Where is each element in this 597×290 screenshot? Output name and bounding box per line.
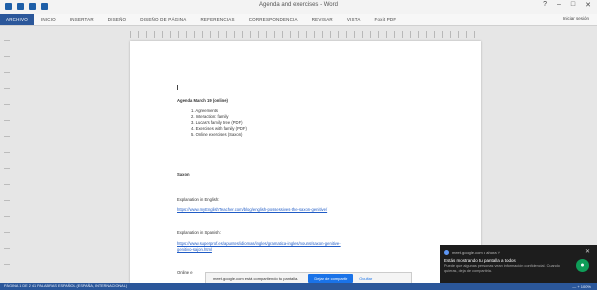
screen-share-message: meet.google.com está compartiendo tu pan…	[213, 275, 299, 281]
notification-source: meet.google.com • ahora ˅	[452, 250, 500, 255]
explanation-spanish-label: Explanation in Spanish:	[177, 230, 221, 235]
notification-title: Estás mostrando tu pantalla a todos	[444, 258, 516, 263]
spanish-explanation-link[interactable]: https://www.superprof.es/apuntes/idiomas…	[177, 241, 341, 246]
status-bar: PÁGINA 1 DE 2 41 PALABRAS ESPAÑOL (ESPAÑ…	[0, 283, 597, 290]
notification-toast[interactable]: meet.google.com • ahora ˅ ✕ Estás mostra…	[440, 245, 597, 283]
title-bar: Agenda and exercises - Word ? – □ ✕	[0, 0, 597, 14]
status-info: PÁGINA 1 DE 2 41 PALABRAS ESPAÑOL (ESPAÑ…	[4, 284, 128, 288]
list-item: 5. Online exercises (Saxon)	[191, 132, 243, 137]
chrome-icon	[444, 250, 449, 255]
stop-sharing-button[interactable]: Dejar de compartir	[308, 273, 354, 283]
tab-referencias[interactable]: REFERENCIAS	[193, 17, 241, 22]
tab-correspondencia[interactable]: CORRESPONDENCIA	[242, 17, 305, 22]
window-controls: ? – □ ✕	[543, 1, 591, 9]
horizontal-ruler[interactable]	[130, 31, 480, 38]
tab-archivo[interactable]: ARCHIVO	[0, 14, 34, 25]
close-button[interactable]: ✕	[585, 1, 591, 9]
section-label: Saxon	[177, 172, 190, 177]
partial-text-line: Online e	[177, 270, 193, 275]
zoom-control[interactable]: — + 100%	[572, 284, 591, 289]
vertical-ruler[interactable]	[4, 40, 10, 276]
notification-body: Puede que algunas personas vean informac…	[444, 264, 560, 273]
meet-icon: ●	[576, 259, 589, 272]
sign-in-link[interactable]: Iniciar sesión	[563, 16, 589, 21]
ribbon-tabs: ARCHIVO INICIO INSERTAR DISEÑO DISEÑO DE…	[0, 14, 597, 26]
tab-vista[interactable]: VISTA	[340, 17, 368, 22]
explanation-english-label: Explanation in English:	[177, 197, 220, 202]
help-button[interactable]: ?	[543, 1, 547, 9]
english-explanation-link[interactable]: https://www.myEnglishTeacher.com/blog/en…	[177, 207, 327, 212]
maximize-button[interactable]: □	[571, 1, 575, 9]
tab-revisar[interactable]: REVISAR	[305, 17, 340, 22]
document-page[interactable]: Agenda March 19 (online) 1. Agreements 2…	[130, 41, 481, 283]
agenda-heading: Agenda March 19 (online)	[177, 98, 228, 103]
tab-diseno[interactable]: DISEÑO	[101, 17, 133, 22]
window-title: Agenda and exercises - Word	[259, 2, 338, 8]
tab-insertar[interactable]: INSERTAR	[63, 17, 101, 22]
tab-diseno-pagina[interactable]: DISEÑO DE PÁGINA	[133, 17, 193, 22]
agenda-list: 1. Agreements 2. Interaction: family 3. …	[191, 108, 247, 138]
close-icon[interactable]: ✕	[585, 248, 590, 255]
text-cursor	[177, 85, 178, 90]
minimize-button[interactable]: –	[557, 1, 561, 9]
tab-inicio[interactable]: INICIO	[34, 17, 63, 22]
spanish-explanation-link-continued[interactable]: genitivo-sajon.html	[177, 247, 212, 252]
tab-foxit-pdf[interactable]: Foxit PDF	[368, 17, 404, 22]
hide-button[interactable]: Ocultar	[359, 276, 372, 281]
